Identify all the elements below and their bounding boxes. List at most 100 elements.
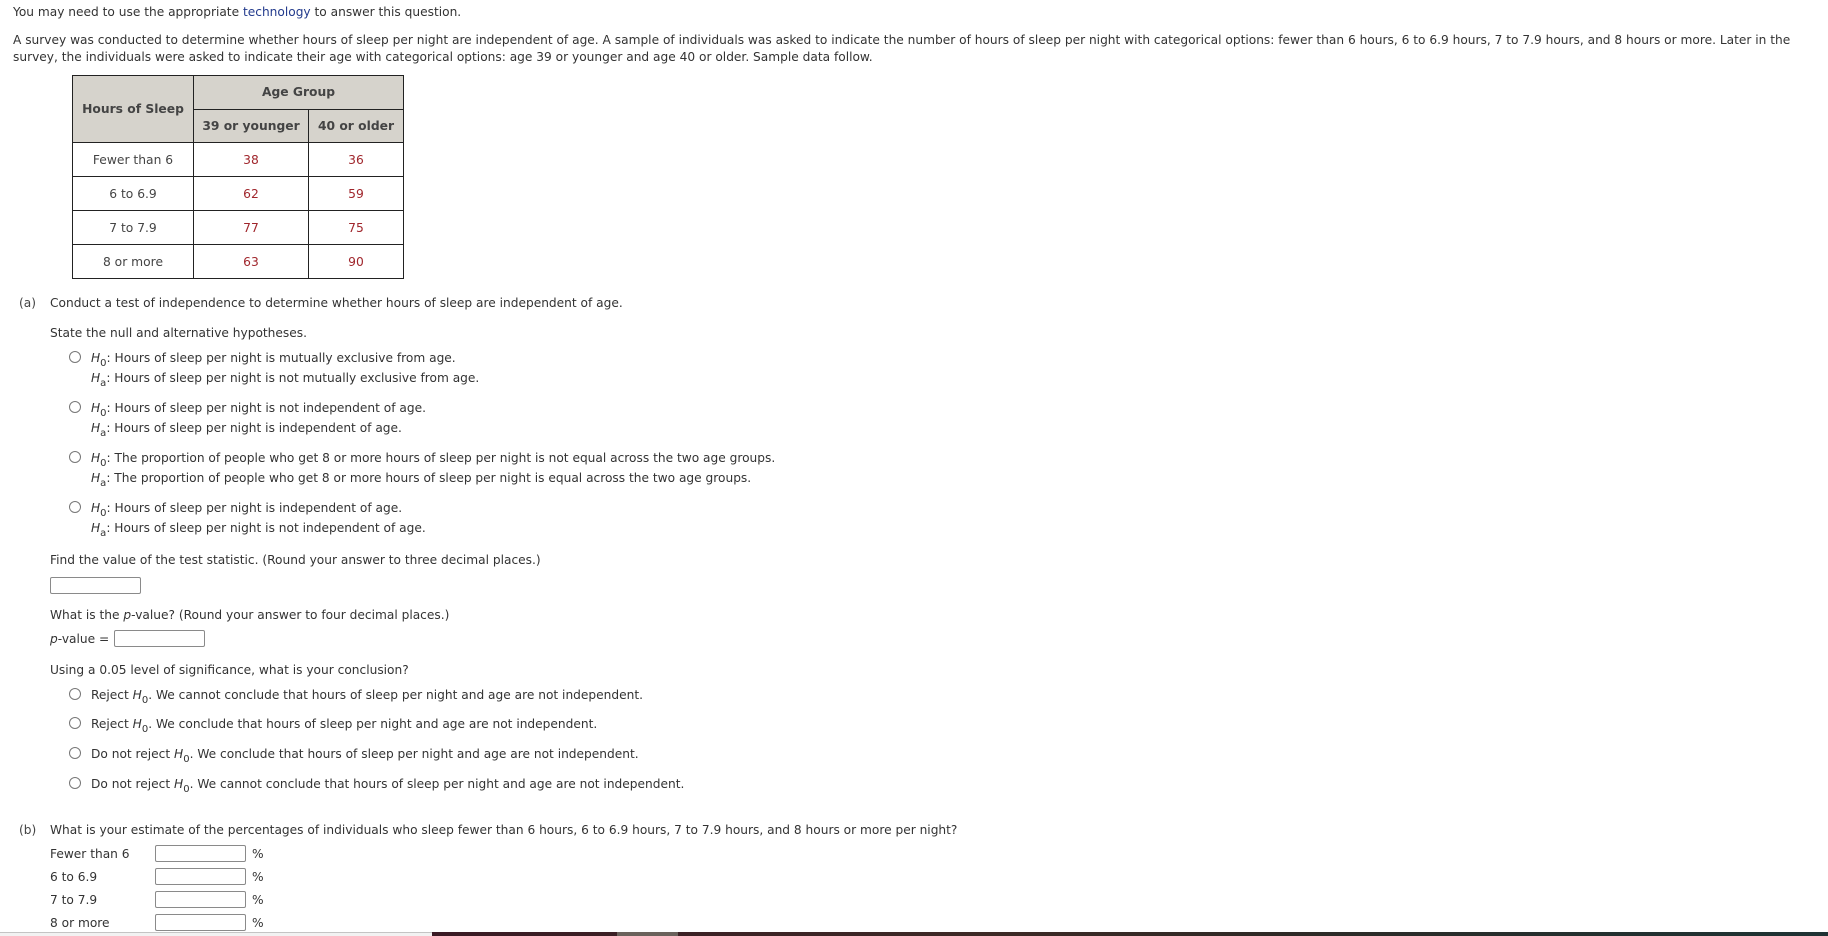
conclusion-suffix: . We conclude that hours of sleep per ni… xyxy=(189,747,639,761)
h0-subscript: 0 xyxy=(100,358,107,369)
conclusion-prompt: Using a 0.05 level of significance, what… xyxy=(50,663,409,677)
h0-subscript: 0 xyxy=(183,784,190,795)
percentage-row-label: 8 or more xyxy=(50,916,110,930)
ha-subscript: a xyxy=(100,428,107,439)
h0-subscript: 0 xyxy=(141,724,149,735)
percent-sign: % xyxy=(252,847,264,861)
percentage-row-label: 7 to 7.9 xyxy=(50,893,98,907)
radio-button[interactable] xyxy=(69,747,81,759)
table-row: Fewer than 6 38 36 xyxy=(72,142,404,177)
h-symbol: H xyxy=(91,451,101,465)
h0-subscript: 0 xyxy=(100,458,107,469)
question-page: You may need to use the appropriate tech… xyxy=(13,4,1818,66)
ha-subscript: a xyxy=(100,478,107,489)
conclusion-text: Do not reject H0. We conclude that hours… xyxy=(91,746,639,765)
p-symbol: p xyxy=(123,608,132,622)
conclusion-prefix: Reject xyxy=(91,717,133,731)
percentage-row-label: 6 to 6.9 xyxy=(50,870,98,884)
pvalue-label: p-value = xyxy=(50,632,109,646)
percent-sign: % xyxy=(252,916,264,930)
alternative-hypothesis: Ha: Hours of sleep per night is independ… xyxy=(91,420,402,439)
conclusion-suffix: . We cannot conclude that hours of sleep… xyxy=(189,777,685,791)
null-hypothesis: H0: Hours of sleep per night is mutually… xyxy=(91,350,456,369)
problem-statement: A survey was conducted to determine whet… xyxy=(13,33,1791,64)
part-b-label: (b) xyxy=(19,823,37,837)
pvalue-prompt: What is the p-value? (Round your answer … xyxy=(50,608,449,622)
cell-value: 63 xyxy=(193,244,309,279)
radio-button[interactable] xyxy=(69,351,81,363)
conclusion-text: Do not reject H0. We cannot conclude tha… xyxy=(91,776,685,795)
conclusion-prefix: Do not reject xyxy=(91,777,175,791)
percent-sign: % xyxy=(252,893,264,907)
h-symbol: H xyxy=(91,501,101,515)
cell-value: 36 xyxy=(308,142,404,177)
alternative-hypothesis-text: : Hours of sleep per night is independen… xyxy=(106,421,402,435)
pvalue-label-suffix: -value = xyxy=(57,632,110,646)
ha-subscript: a xyxy=(100,528,107,539)
column-header-39-or-younger: 39 or younger xyxy=(193,108,309,143)
ha-subscript: a xyxy=(100,378,107,389)
radio-button[interactable] xyxy=(69,688,81,700)
table-row: 8 or more 63 90 xyxy=(72,244,404,279)
h-symbol: H xyxy=(91,351,101,365)
null-hypothesis: H0: Hours of sleep per night is not inde… xyxy=(91,400,426,419)
part-b-question: What is your estimate of the percentages… xyxy=(50,823,958,837)
percentage-input-6-to-6-9[interactable] xyxy=(155,868,246,885)
percent-sign: % xyxy=(252,870,264,884)
null-hypothesis-text: : Hours of sleep per night is not indepe… xyxy=(106,401,426,415)
radio-button[interactable] xyxy=(69,401,81,413)
cell-value: 90 xyxy=(308,244,404,279)
percentage-row-label: Fewer than 6 xyxy=(50,847,130,861)
h-symbol: H xyxy=(91,471,101,485)
null-hypothesis: H0: The proportion of people who get 8 o… xyxy=(91,450,776,469)
horizontal-scrollbar-track[interactable] xyxy=(0,932,432,936)
row-header-hours-of-sleep: Hours of Sleep xyxy=(72,75,194,143)
h0-subscript: 0 xyxy=(183,754,190,765)
taskbar-item[interactable] xyxy=(617,932,678,936)
table-row: 7 to 7.9 77 75 xyxy=(72,210,404,245)
pvalue-prompt-suffix: -value? (Round your answer to four decim… xyxy=(131,608,450,622)
cell-value: 62 xyxy=(193,176,309,211)
intro-suffix: to answer this question. xyxy=(310,5,462,19)
null-hypothesis-text: : Hours of sleep per night is independen… xyxy=(106,501,403,515)
h-symbol: H xyxy=(91,421,101,435)
row-label: Fewer than 6 xyxy=(72,142,194,177)
radio-button[interactable] xyxy=(69,717,81,729)
test-statistic-prompt: Find the value of the test statistic. (R… xyxy=(50,553,541,567)
percentage-input-8-or-more[interactable] xyxy=(155,914,246,931)
h-symbol: H xyxy=(132,688,142,702)
sample-data-table: Hours of Sleep Age Group 39 or younger 4… xyxy=(72,75,404,279)
cell-value: 75 xyxy=(308,210,404,245)
radio-button[interactable] xyxy=(69,451,81,463)
h-symbol: H xyxy=(91,371,101,385)
conclusion-text: Reject H0. We cannot conclude that hours… xyxy=(91,687,643,706)
intro-prefix: You may need to use the appropriate xyxy=(13,5,243,19)
cell-value: 38 xyxy=(193,142,309,177)
alternative-hypothesis-text: : The proportion of people who get 8 or … xyxy=(106,471,752,485)
h-symbol: H xyxy=(91,401,101,415)
row-label: 7 to 7.9 xyxy=(72,210,194,245)
h-symbol: H xyxy=(91,521,101,535)
h-symbol: H xyxy=(174,777,184,791)
null-hypothesis-text: : Hours of sleep per night is mutually e… xyxy=(106,351,456,365)
row-label: 6 to 6.9 xyxy=(72,176,194,211)
hypotheses-prompt: State the null and alternative hypothese… xyxy=(50,326,307,340)
row-label: 8 or more xyxy=(72,244,194,279)
cell-value: 59 xyxy=(308,176,404,211)
percentage-input-fewer-than-6[interactable] xyxy=(155,845,246,862)
conclusion-suffix: . We conclude that hours of sleep per ni… xyxy=(148,717,598,731)
group-header-age-group: Age Group xyxy=(193,75,404,110)
radio-button[interactable] xyxy=(69,777,81,789)
conclusion-suffix: . We cannot conclude that hours of sleep… xyxy=(148,688,643,702)
h0-subscript: 0 xyxy=(141,695,149,706)
radio-button[interactable] xyxy=(69,501,81,513)
null-hypothesis-text: : The proportion of people who get 8 or … xyxy=(106,451,776,465)
test-statistic-input[interactable] xyxy=(50,577,141,594)
alternative-hypothesis-text: : Hours of sleep per night is not mutual… xyxy=(106,371,480,385)
alternative-hypothesis: Ha: The proportion of people who get 8 o… xyxy=(91,470,752,489)
percentage-input-7-to-7-9[interactable] xyxy=(155,891,246,908)
technology-link[interactable]: technology xyxy=(243,5,311,19)
conclusion-prefix: Reject xyxy=(91,688,133,702)
pvalue-input[interactable] xyxy=(114,630,205,647)
conclusion-prefix: Do not reject xyxy=(91,747,175,761)
